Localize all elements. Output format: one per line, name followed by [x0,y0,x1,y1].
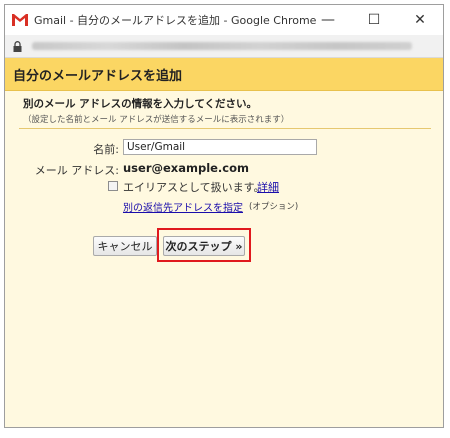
details-link[interactable]: 詳細 [257,179,279,195]
dialog-title: 自分のメールアドレスを追加 [13,68,183,84]
highlight-box [157,228,251,262]
intro-title: 別のメール アドレスの情報を入力してください。 [23,98,258,110]
optional-note: (オプション) [249,202,299,212]
cancel-button[interactable]: キャンセル [93,236,157,256]
name-label: 名前: [93,143,119,156]
alias-label: エイリアスとして扱います。 [123,181,265,194]
close-button[interactable]: ✕ [397,5,443,35]
intro-subtitle: （設定した名前とメール アドレスが送信するメールに表示されます） [23,115,290,125]
window-controls: — ☐ ✕ [305,5,443,35]
alias-checkbox[interactable] [108,181,118,191]
dialog-header: 自分のメールアドレスを追加 [5,58,443,91]
name-input[interactable] [123,139,317,155]
divider [19,128,431,129]
lock-icon [13,40,22,52]
maximize-button[interactable]: ☐ [351,5,397,35]
address-bar[interactable] [5,35,443,58]
browser-window: Gmail - 自分のメールアドレスを追加 - Google Chrome — … [4,4,444,428]
minimize-button[interactable]: — [305,5,351,35]
window-title: Gmail - 自分のメールアドレスを追加 - Google Chrome [34,14,317,27]
intro-text: 別のメール アドレスの情報を入力してください。 （設定した名前とメール アドレス… [23,96,289,125]
gmail-icon [11,13,29,27]
reply-to-link[interactable]: 別の返信先アドレスを指定 [123,199,243,214]
email-value: user@example.com [123,161,250,175]
blurred-url [32,42,412,50]
dialog-content: 自分のメールアドレスを追加 別のメール アドレスの情報を入力してください。 （設… [5,58,443,427]
email-label: メール アドレス: [34,164,119,177]
title-bar: Gmail - 自分のメールアドレスを追加 - Google Chrome — … [5,5,443,35]
